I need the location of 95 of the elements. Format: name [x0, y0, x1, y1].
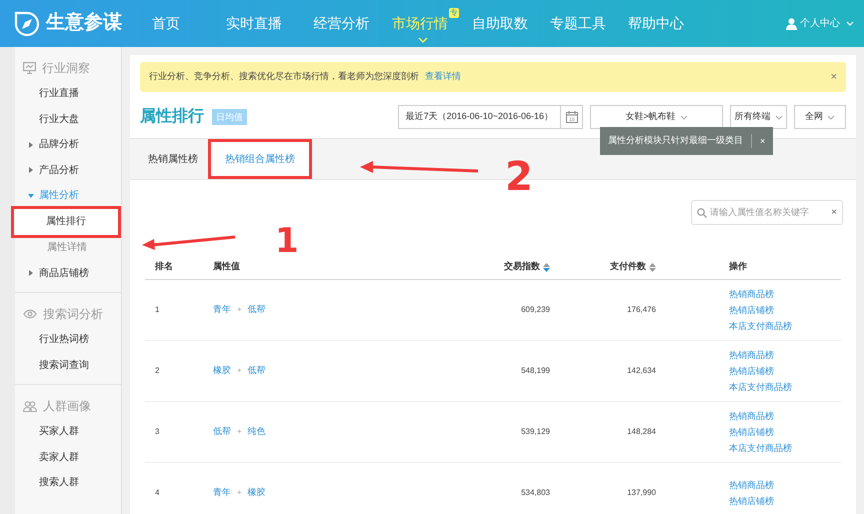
- channel-dropdown[interactable]: 全网: [794, 105, 846, 129]
- tab[interactable]: 热销属性榜: [138, 139, 208, 179]
- sidebar-item[interactable]: 行业直播: [39, 86, 79, 102]
- sidebar-item[interactable]: 品牌分析: [39, 137, 79, 152]
- action-link[interactable]: 本店支付商品榜: [729, 441, 792, 455]
- search-icon: [697, 208, 707, 218]
- action-link[interactable]: 热销店铺榜: [729, 494, 774, 508]
- table-cell: 137,990: [627, 487, 656, 499]
- column-header[interactable]: 支付件数: [610, 260, 646, 274]
- search-field[interactable]: 请输入属性值名称关键字 ×: [691, 200, 843, 225]
- compass-icon: [14, 10, 40, 36]
- nav-link[interactable]: 经营分析: [304, 0, 379, 47]
- nav-link[interactable]: 市场行情 专: [379, 0, 461, 47]
- sidebar-item[interactable]: 买家人群: [39, 424, 79, 440]
- attribute-link[interactable]: 低帮: [248, 303, 266, 317]
- attribute-link[interactable]: 橡胶: [248, 486, 266, 500]
- annotation-number: 1: [275, 221, 299, 261]
- notice-link[interactable]: 查看详情: [425, 70, 461, 84]
- attribute-link[interactable]: 低帮: [213, 425, 231, 439]
- app-logo[interactable]: 生意参谋: [46, 9, 122, 38]
- table-cell: 609,239: [521, 304, 550, 316]
- sidebar-item[interactable]: 商品店铺榜: [39, 266, 89, 281]
- chevron-icon: [680, 114, 688, 120]
- plus-sign: +: [237, 304, 242, 316]
- close-button[interactable]: ×: [751, 134, 774, 148]
- table-cell: 534,803: [521, 487, 550, 499]
- user-menu[interactable]: 个人中心: [800, 16, 840, 31]
- sidebar-section-title: 搜索词分析: [43, 306, 103, 323]
- sidebar-item[interactable]: 属性分析: [39, 188, 79, 204]
- action-link[interactable]: 本店支付商品榜: [729, 380, 792, 394]
- sidebar-item[interactable]: 行业大盘: [39, 112, 79, 127]
- column-header[interactable]: 排名: [155, 260, 173, 274]
- attribute-link[interactable]: 橡胶: [213, 364, 231, 378]
- action-link[interactable]: 热销店铺榜: [729, 303, 774, 317]
- tag: 日均值: [212, 109, 247, 125]
- terminal-dropdown[interactable]: 所有终端: [730, 105, 787, 129]
- action-link[interactable]: 热销商品榜: [729, 287, 774, 301]
- table-cell: 176,476: [627, 304, 656, 316]
- sidebar-item[interactable]: 行业热词榜: [39, 332, 89, 348]
- user-icon: [786, 18, 797, 30]
- attribute-link[interactable]: 纯色: [248, 425, 266, 439]
- notice-text: 行业分析、竞争分析、搜索优化尽在市场行情，看老师为您深度剖析: [149, 70, 419, 84]
- nav-link[interactable]: 自助取数: [461, 0, 539, 47]
- table-cell: 2: [155, 366, 160, 375]
- monitor-icon: [23, 62, 36, 74]
- plus-sign: +: [237, 426, 242, 438]
- chevron-icon: [774, 114, 782, 120]
- sidebar-item[interactable]: 卖家人群: [39, 450, 79, 465]
- nav-link[interactable]: 首页: [128, 0, 204, 47]
- clear-button[interactable]: ×: [831, 205, 837, 220]
- nav-link[interactable]: 实时直播: [204, 0, 304, 47]
- table-cell: 539,129: [521, 426, 550, 438]
- column-header[interactable]: 操作: [729, 260, 747, 274]
- sidebar-section-title: 行业洞察: [42, 60, 90, 77]
- table-cell: 1: [155, 305, 160, 314]
- sidebar-section-title: 人群画像: [43, 398, 91, 415]
- action-link[interactable]: 热销商品榜: [729, 478, 774, 492]
- plus-sign: +: [237, 365, 242, 377]
- sidebar-item[interactable]: 搜索人群: [39, 475, 79, 490]
- table-cell: 142,634: [627, 365, 656, 377]
- table-cell: 148,284: [627, 426, 656, 438]
- nav-link[interactable]: 帮助中心: [617, 0, 695, 47]
- tooltip: 属性分析模块只针对最细一级类目 ×: [600, 127, 774, 155]
- action-link[interactable]: 本店支付商品榜: [729, 319, 792, 333]
- column-header[interactable]: 属性值: [213, 260, 240, 274]
- attribute-link[interactable]: 青年: [213, 486, 231, 500]
- sidebar-subitem[interactable]: 属性排行: [14, 208, 118, 234]
- category-dropdown[interactable]: 女鞋>帆布鞋: [590, 105, 723, 129]
- chevron-icon: [418, 37, 428, 43]
- sidebar-item[interactable]: 产品分析: [39, 162, 79, 178]
- chevron-icon: [827, 114, 835, 120]
- chevron-icon: [846, 21, 854, 26]
- page-title: 属性排行: [140, 106, 204, 127]
- plus-sign: +: [237, 487, 242, 499]
- annotation-number: 2: [505, 154, 533, 200]
- eye-icon: [23, 309, 37, 319]
- action-link[interactable]: 热销商品榜: [729, 409, 774, 423]
- sidebar-item[interactable]: 搜索词查询: [39, 358, 89, 373]
- table-cell: 548,199: [521, 365, 550, 377]
- nav-link[interactable]: 专题工具: [539, 0, 617, 47]
- close-button[interactable]: ×: [830, 68, 837, 86]
- attribute-link[interactable]: 低帮: [248, 364, 266, 378]
- people-icon: [23, 400, 37, 412]
- action-link[interactable]: 热销店铺榜: [729, 425, 774, 439]
- attribute-link[interactable]: 青年: [213, 303, 231, 317]
- sidebar-subitem[interactable]: 属性详情: [15, 234, 121, 260]
- action-link[interactable]: 热销商品榜: [729, 348, 774, 362]
- sort-icon[interactable]: [649, 262, 656, 272]
- column-header[interactable]: 交易指数: [504, 260, 540, 274]
- table-cell: 3: [155, 427, 160, 436]
- action-link[interactable]: 热销店铺榜: [729, 364, 774, 378]
- tab[interactable]: 热销组合属性榜: [208, 139, 312, 179]
- table-cell: 4: [155, 488, 160, 497]
- sort-icon[interactable]: [543, 262, 550, 272]
- badge: 专: [449, 8, 459, 18]
